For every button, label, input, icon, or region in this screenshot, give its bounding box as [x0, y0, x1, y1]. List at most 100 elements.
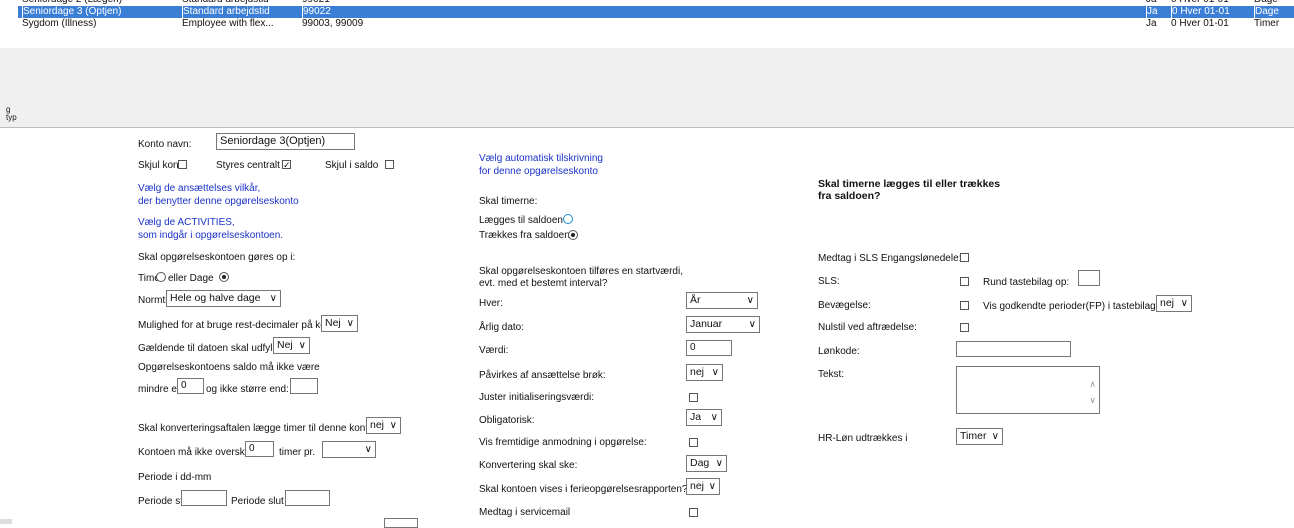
bevaegelse-label: Bevægelse:: [818, 300, 871, 311]
sls-checkbox[interactable]: [960, 277, 969, 286]
vis-godk-select[interactable]: nej ∨: [1156, 295, 1192, 312]
traekkes-label: Trækkes fra saldoen: [479, 230, 570, 241]
hver-label: Hver:: [479, 298, 503, 309]
cell-codes: 99003, 99009: [302, 18, 364, 29]
eller-dage-label: eller Dage: [168, 273, 214, 284]
konv-select[interactable]: nej ∨: [366, 417, 401, 434]
lonkode-label: Lønkode:: [818, 346, 860, 357]
question-line1: Skal timerne lægges til eller trækkes: [818, 178, 1001, 190]
hver-select[interactable]: År ∨: [686, 292, 758, 309]
konto-navn-label: Konto navn:: [138, 139, 192, 150]
konto-navn-input[interactable]: Seniordage 3(Optjen): [216, 133, 355, 150]
timer-pr-label: timer pr.: [279, 447, 316, 458]
chevron-down-icon: ∨: [298, 340, 306, 351]
obligatorisk-value: Ja: [690, 411, 702, 423]
vis-label: Vis fremtidige anmodning i opgørelse:: [479, 437, 647, 448]
sls-label: SLS:: [818, 276, 840, 287]
chevron-down-icon: ∨: [746, 295, 754, 306]
gaeldende-label: Gældende til datoen skal udfyldes:: [138, 343, 292, 354]
cell-unit: Timer: [1254, 18, 1280, 29]
nulstil-label: Nulstil ved aftrædelse:: [818, 322, 917, 333]
cell-name: Sygdom (Illness): [22, 18, 97, 29]
chevron-down-icon: ∨: [1180, 298, 1188, 309]
cell-period: 0 Hver 01-01: [1171, 6, 1248, 18]
konvertering-label: Konvertering skal ske:: [479, 460, 578, 471]
table-row[interactable]: Sygdom (Illness) Employee with flex... 990…: [18, 18, 1294, 30]
partial-input[interactable]: [384, 518, 418, 528]
activities-link-line2[interactable]: som indgår i opgørelseskontoen.: [138, 230, 283, 241]
arlig-select[interactable]: Januar ∨: [686, 316, 760, 333]
obligatorisk-select[interactable]: Ja ∨: [686, 409, 722, 426]
styres-centralt-checkbox[interactable]: ✓: [282, 160, 291, 170]
juster-checkbox[interactable]: [689, 393, 698, 402]
hver-value: År: [690, 294, 701, 306]
styres-centralt-label: Styres centralt: [216, 160, 280, 171]
cell-ja: Ja: [1146, 6, 1169, 18]
table-row[interactable]: Seniordage 3 (Optjen) Standard arbejdstid…: [18, 6, 1294, 18]
skjul-konto-checkbox[interactable]: [178, 160, 187, 169]
periode-slut-input[interactable]: [285, 490, 330, 506]
cell-codes: 99022: [302, 6, 443, 18]
paavirkes-select[interactable]: nej ∨: [686, 364, 723, 381]
normtid-select[interactable]: Hele og halve dage ∨: [166, 290, 281, 307]
chevron-down-icon: ∨: [269, 293, 277, 304]
mindre-input[interactable]: 0: [177, 378, 204, 394]
obligatorisk-label: Obligatorisk:: [479, 415, 535, 426]
timer-radio[interactable]: [156, 272, 166, 282]
konv-label: Skal konverteringsaftalen lægge timer ti…: [138, 423, 380, 434]
laegges-radio[interactable]: [563, 214, 573, 224]
timer-pr-select[interactable]: ∨: [322, 441, 376, 458]
arlig-value: Januar: [690, 318, 723, 330]
sls-eng-label: Medtag i SLS Engangslønedele:: [818, 253, 962, 264]
skal-timerne-label: Skal timerne:: [479, 196, 538, 207]
panel-divider: [0, 127, 1294, 128]
skjul-i-saldo-checkbox[interactable]: [385, 160, 394, 169]
lonkode-input[interactable]: [956, 341, 1071, 357]
bevaegelse-checkbox[interactable]: [960, 301, 969, 310]
scroll-corner: [0, 519, 12, 524]
traekkes-radio[interactable]: [568, 230, 578, 240]
vilkar-link-line2[interactable]: der benytter denne opgørelseskonto: [138, 196, 299, 207]
cell-agreement: Employee with flex...: [182, 18, 274, 29]
activities-link-line1[interactable]: Vælg de ACTIVITIES,: [138, 217, 235, 228]
medtag-checkbox[interactable]: [689, 508, 698, 517]
juster-label: Juster initialiseringsværdi:: [479, 392, 595, 403]
dage-radio[interactable]: [219, 272, 229, 282]
chevron-down-icon[interactable]: ∨: [1089, 395, 1096, 406]
auto-link-line1[interactable]: Vælg automatisk tilskrivning: [479, 153, 603, 164]
vaerdi-input[interactable]: 0: [686, 340, 732, 356]
hr-label: HR-Løn udtrækkes i: [818, 433, 908, 444]
vis-checkbox[interactable]: [689, 438, 698, 447]
periode-start-input[interactable]: [181, 490, 227, 506]
medtag-label: Medtag i servicemail: [479, 507, 571, 518]
vilkar-link-line1[interactable]: Vælg de ansættelses vilkår,: [138, 183, 260, 194]
rest-select[interactable]: Nej ∨: [321, 315, 358, 332]
edge-fragment-2: typ: [6, 113, 17, 122]
chevron-down-icon: ∨: [364, 444, 372, 455]
tekst-textarea[interactable]: ∧ ∨: [956, 366, 1100, 414]
chevron-up-icon[interactable]: ∧: [1089, 379, 1096, 390]
rund-input[interactable]: [1078, 270, 1100, 286]
overskride-input[interactable]: 0: [245, 441, 274, 457]
sls-eng-checkbox[interactable]: [960, 253, 969, 262]
laegges-label: Lægges til saldoen: [479, 215, 563, 226]
ferie-value: nej: [690, 480, 705, 492]
storre-input[interactable]: [290, 378, 318, 394]
gaeldende-select[interactable]: Nej ∨: [273, 337, 310, 354]
storre-label: og ikke større end:: [206, 384, 289, 395]
konvertering-value: Dag: [690, 457, 710, 469]
hr-select[interactable]: Timer ∨: [956, 428, 1003, 445]
arlig-label: Årlig dato:: [479, 322, 525, 333]
chevron-down-icon: ∨: [708, 481, 716, 492]
tekst-label: Tekst:: [818, 369, 845, 380]
saldo-label: Opgørelseskontoens saldo må ikke være: [138, 362, 320, 373]
chevron-down-icon: ∨: [991, 431, 999, 442]
normtid-value: Hele og halve dage: [170, 292, 261, 304]
chevron-down-icon: ∨: [711, 367, 719, 378]
rund-label: Rund tastebilag op:: [983, 277, 1070, 288]
chevron-down-icon: ∨: [389, 420, 397, 431]
ferie-select[interactable]: nej ∨: [686, 478, 720, 495]
nulstil-checkbox[interactable]: [960, 323, 969, 332]
auto-link-line2[interactable]: for denne opgørelseskonto: [479, 166, 598, 177]
konvertering-select[interactable]: Dag ∨: [686, 455, 727, 472]
